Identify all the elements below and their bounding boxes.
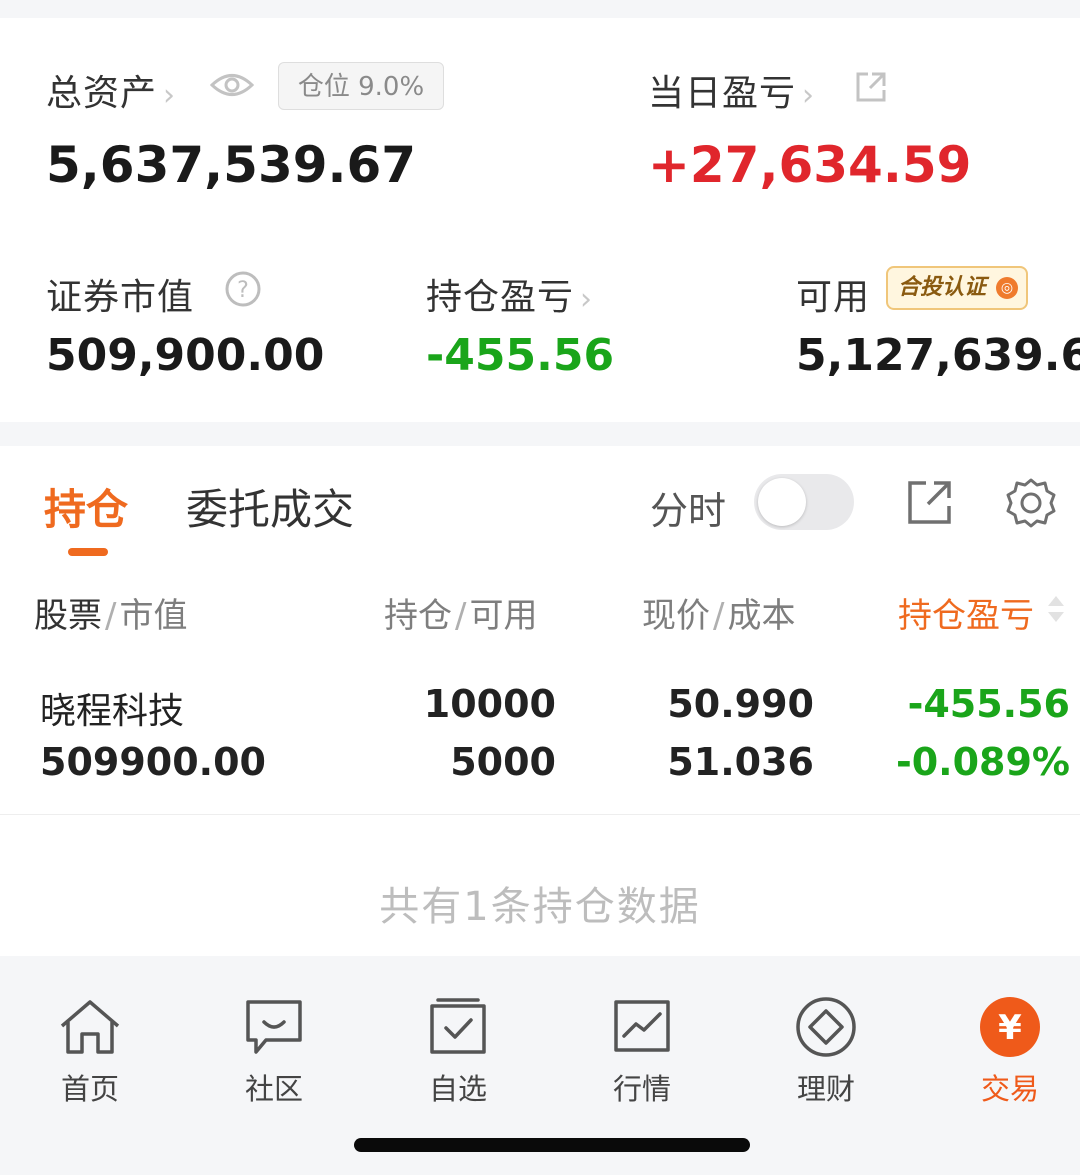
- total-assets-label: 总资产: [46, 73, 158, 114]
- daily-pnl-link[interactable]: 当日盈亏 ›: [648, 64, 815, 116]
- available-label: 可用: [796, 277, 871, 318]
- header-holding-available: 持仓/可用: [384, 588, 537, 637]
- watchlist-icon: [430, 998, 486, 1054]
- home-icon: [60, 1000, 120, 1054]
- settings-gear-icon[interactable]: [1004, 476, 1058, 530]
- certification-badge[interactable]: 合投认证 ◎: [886, 266, 1028, 310]
- nav-label-community: 社区: [244, 1072, 303, 1106]
- market-value-value: 509,900.00: [46, 330, 325, 381]
- row-pnl-percent: -0.089%: [895, 740, 1070, 784]
- daily-pnl-value: +27,634.59: [648, 136, 972, 194]
- nav-item-home[interactable]: 首页: [30, 996, 150, 1108]
- chevron-right-icon: ›: [580, 282, 594, 317]
- header-separator: /: [713, 596, 725, 636]
- intraday-label: 分时: [650, 489, 727, 533]
- header-stock-marketvalue: 股票/市值: [34, 588, 187, 637]
- nav-label-wealth: 理财: [796, 1072, 855, 1106]
- header-holding: 持仓: [384, 596, 452, 636]
- header-separator: /: [105, 596, 117, 636]
- market-icon: [614, 1000, 670, 1052]
- share-icon[interactable]: [906, 478, 954, 526]
- row-divider: [0, 814, 1080, 815]
- section-gap: [0, 422, 1080, 446]
- nav-label-home: 首页: [60, 1072, 119, 1106]
- certification-label: 合投认证: [898, 275, 987, 300]
- nav-item-watchlist[interactable]: 自选: [398, 996, 518, 1108]
- active-tab-indicator: [68, 548, 108, 556]
- holding-pnl-label: 持仓盈亏: [426, 277, 575, 318]
- header-price: 现价: [642, 596, 710, 636]
- nav-label-watchlist: 自选: [428, 1072, 487, 1106]
- position-tabs: 持仓 委托成交 分时: [0, 446, 1080, 559]
- daily-pnl-label: 当日盈亏: [648, 73, 797, 114]
- nav-label-trade: 交易: [980, 1072, 1039, 1106]
- chevron-right-icon: ›: [163, 78, 177, 113]
- holding-pnl-link[interactable]: 持仓盈亏 ›: [426, 268, 593, 320]
- toggle-knob: [758, 478, 806, 526]
- tab-positions[interactable]: 持仓: [44, 476, 128, 537]
- cost-price: 51.036: [667, 740, 814, 784]
- header-holding-pnl[interactable]: 持仓盈亏: [898, 588, 1034, 637]
- wealth-icon: [796, 997, 856, 1057]
- header-separator: /: [455, 596, 467, 636]
- available-qty: 5000: [450, 740, 556, 784]
- seal-icon: ◎: [996, 277, 1018, 299]
- eye-icon[interactable]: [210, 70, 254, 100]
- header-available: 可用: [469, 596, 538, 636]
- total-assets-value: 5,637,539.67: [46, 136, 417, 194]
- row-pnl: -455.56: [907, 682, 1070, 726]
- stock-name: 晓程科技: [40, 691, 185, 732]
- nav-item-trade[interactable]: ¥ 交易: [950, 996, 1070, 1108]
- community-icon: [246, 1000, 302, 1054]
- sort-icon[interactable]: [1046, 592, 1066, 626]
- trade-icon: ¥: [980, 997, 1040, 1057]
- nav-item-market[interactable]: 行情: [582, 996, 702, 1108]
- header-price-cost: 现价/成本: [642, 588, 795, 637]
- asset-summary-card: 总资产 › 仓位 9.0% 5,637,539.67 当日盈亏 › +27,634.…: [0, 18, 1080, 422]
- positions-table: 股票/市值 持仓/可用 现价/成本 持仓盈亏 晓程科技 509900.00 10…: [0, 558, 1080, 956]
- header-market-value: 市值: [119, 596, 188, 636]
- total-assets-link[interactable]: 总资产 ›: [46, 64, 176, 116]
- top-strip: [0, 0, 1080, 18]
- svg-text:?: ?: [237, 278, 249, 303]
- nav-label-market: 行情: [612, 1072, 671, 1106]
- position-ratio-badge: 仓位 9.0%: [278, 62, 444, 110]
- holding-qty: 10000: [423, 682, 556, 726]
- home-indicator: [354, 1138, 750, 1152]
- positions-count-note: 共有1条持仓数据: [379, 884, 701, 930]
- market-value-label: 证券市值: [46, 277, 195, 318]
- nav-item-community[interactable]: 社区: [214, 996, 334, 1108]
- trading-positions-screen: 总资产 › 仓位 9.0% 5,637,539.67 当日盈亏 › +27,634.…: [0, 0, 1080, 1175]
- holding-pnl-value: -455.56: [426, 330, 615, 381]
- chevron-right-icon: ›: [802, 78, 816, 113]
- header-cost: 成本: [727, 596, 796, 636]
- header-stock: 股票: [34, 596, 102, 636]
- intraday-toggle[interactable]: [754, 474, 854, 530]
- stock-market-value: 509900.00: [40, 740, 266, 784]
- tab-orders-trades[interactable]: 委托成交: [186, 476, 354, 537]
- help-icon[interactable]: ?: [224, 270, 262, 308]
- nav-item-wealth[interactable]: 理财: [766, 996, 886, 1108]
- current-price: 50.990: [667, 682, 814, 726]
- external-link-icon[interactable]: [854, 70, 888, 104]
- available-value: 5,127,639.67: [796, 330, 1080, 381]
- svg-text:¥: ¥: [998, 1008, 1022, 1048]
